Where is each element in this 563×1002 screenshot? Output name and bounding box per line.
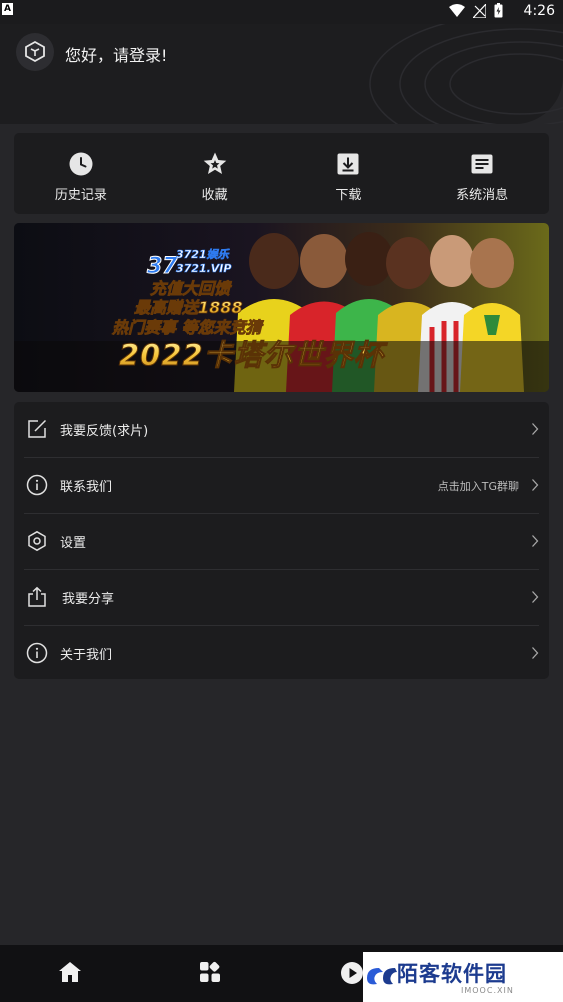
tg-group-hint: 点击加入TG群聊: [437, 480, 519, 493]
message-icon: [471, 154, 493, 174]
download-icon: [337, 153, 359, 175]
favorites-button[interactable]: 收藏: [148, 133, 282, 214]
settings-icon: [28, 530, 46, 552]
chevron-right-icon: [532, 535, 539, 547]
banner-brand-url: 3721.VIP: [176, 262, 231, 275]
header-decoration: [369, 24, 563, 124]
watermark-subtext: IMOOC.XIN: [461, 986, 514, 995]
messages-label: 系统消息: [456, 188, 509, 203]
edit-icon: [28, 419, 47, 438]
download-button[interactable]: 下载: [282, 133, 416, 214]
banner-title: 2022卡塔尔世界杯: [119, 338, 388, 372]
profile-header: 您好，请登录!: [0, 24, 563, 124]
settings-menu: 我要反馈(求片) 联系我们 点击加入TG群聊 设置 我要分享 关于我们: [14, 402, 549, 679]
watermark-logo-icon: [367, 968, 397, 985]
messages-button[interactable]: 系统消息: [415, 133, 549, 214]
avatar[interactable]: [16, 33, 54, 71]
menu-item-about[interactable]: 关于我们: [24, 626, 539, 681]
logo-icon: [25, 40, 45, 63]
download-label: 下载: [335, 188, 362, 203]
info-icon: [26, 642, 48, 664]
menu-item-contact[interactable]: 联系我们 点击加入TG群聊: [24, 458, 539, 514]
status-icons: [449, 3, 503, 18]
promo-banner[interactable]: 37 3721娱乐 3721.VIP 充值大回馈 最高赠送1888 热门赛事 等…: [14, 223, 549, 392]
banner-line3: 热门赛事 等您来竞猜: [111, 318, 265, 337]
banner-brand-name: 3721娱乐: [176, 248, 231, 261]
share-icon: [28, 586, 46, 607]
clock-icon: [69, 152, 93, 176]
wifi-icon: [449, 3, 465, 17]
star-icon: [203, 152, 226, 174]
menu-item-label: 联系我们: [60, 480, 113, 495]
banner-line2: 最高赠送1888: [134, 298, 243, 317]
watermark-text: 陌客软件园: [397, 962, 507, 986]
menu-item-label: 关于我们: [60, 648, 113, 663]
apps-icon[interactable]: [199, 961, 221, 983]
banner-image: 37 3721娱乐 3721.VIP 充值大回馈 最高赠送1888 热门赛事 等…: [14, 223, 549, 392]
menu-item-feedback[interactable]: 我要反馈(求片): [24, 402, 539, 458]
battery-icon: [494, 3, 503, 18]
quick-actions: 历史记录 收藏 下载 系统消息: [14, 133, 549, 214]
chevron-right-icon: [532, 647, 539, 659]
play-icon[interactable]: [340, 961, 364, 985]
login-prompt[interactable]: 您好，请登录!: [65, 42, 167, 66]
clock-time: 4:26: [523, 3, 555, 19]
status-bar: A 4:26: [0, 0, 563, 24]
chevron-right-icon: [532, 591, 539, 603]
menu-item-share[interactable]: 我要分享: [24, 570, 539, 626]
info-icon: [26, 474, 48, 496]
watermark: 陌客软件园 IMOOC.XIN: [363, 952, 563, 1002]
history-label: 历史记录: [54, 188, 107, 203]
chevron-right-icon: [532, 479, 539, 491]
signal-icon: [473, 3, 486, 18]
chevron-right-icon: [532, 423, 539, 435]
notification-badge: A: [2, 3, 13, 15]
home-icon[interactable]: [58, 961, 82, 983]
favorites-label: 收藏: [201, 188, 228, 203]
history-button[interactable]: 历史记录: [14, 133, 148, 214]
menu-item-settings[interactable]: 设置: [24, 514, 539, 570]
menu-item-label: 我要分享: [62, 592, 115, 607]
banner-line1: 充值大回馈: [150, 279, 232, 298]
banner-brand-number: 37: [147, 254, 178, 279]
menu-item-label: 我要反馈(求片): [60, 424, 149, 439]
menu-item-label: 设置: [60, 536, 87, 551]
